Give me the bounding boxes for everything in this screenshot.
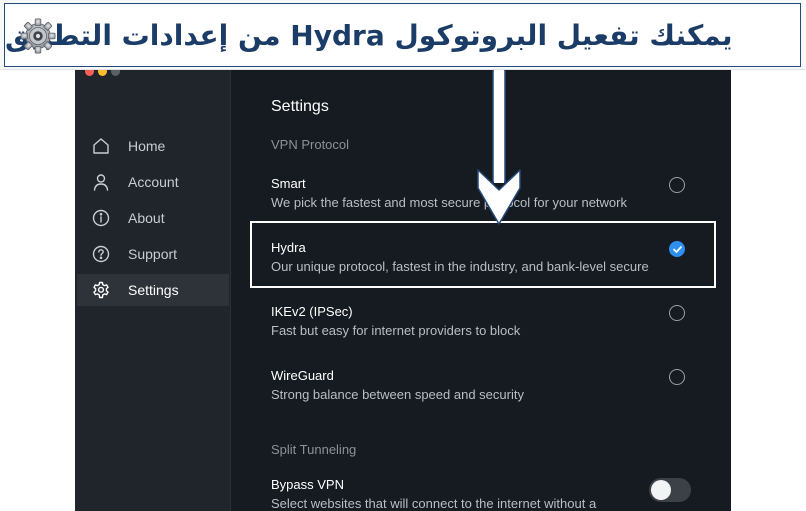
sidebar-item-label: Settings	[128, 282, 179, 298]
app-window: Home Account About Support Settings Sett…	[75, 70, 731, 511]
sidebar-item-label: Account	[128, 174, 179, 190]
toggle-knob	[651, 480, 671, 500]
bypass-vpn-setting: Bypass VPN Select websites that will con…	[271, 477, 691, 511]
option-name: Smart	[271, 176, 306, 191]
protocol-option-wireguard[interactable]: WireGuard Strong balance between speed a…	[271, 368, 691, 412]
option-description: Select websites that will connect to the…	[271, 496, 597, 511]
sidebar-item-label: Support	[128, 246, 178, 262]
sidebar-item-label: About	[128, 210, 165, 226]
section-title-split-tunneling: Split Tunneling	[271, 442, 357, 457]
gear-icon	[91, 280, 111, 300]
option-description: We pick the fastest and most secure prot…	[271, 195, 627, 210]
sidebar-item-label: Home	[128, 138, 166, 154]
home-icon	[91, 136, 111, 156]
option-description: Our unique protocol, fastest in the indu…	[271, 259, 649, 274]
protocol-option-smart[interactable]: Smart We pick the fastest and most secur…	[271, 176, 691, 220]
minimize-window-button[interactable]	[98, 70, 107, 76]
option-name: WireGuard	[271, 368, 334, 383]
option-name: Bypass VPN	[271, 477, 344, 492]
sidebar-item-home[interactable]: Home	[77, 130, 229, 162]
sidebar: Home Account About Support Settings	[75, 70, 231, 511]
gear-icon	[20, 18, 56, 54]
annotation-banner: يمكنك تفعيل البروتوكول Hydra من إعدادات …	[0, 0, 806, 70]
sidebar-item-support[interactable]: Support	[77, 238, 229, 270]
window-controls	[85, 70, 120, 79]
protocol-option-ikev2[interactable]: IKEv2 (IPSec) Fast but easy for internet…	[271, 304, 691, 348]
sidebar-item-settings[interactable]: Settings	[77, 274, 229, 306]
option-name: IKEv2 (IPSec)	[271, 304, 353, 319]
sidebar-item-account[interactable]: Account	[77, 166, 229, 198]
user-icon	[91, 172, 111, 192]
option-description: Strong balance between speed and securit…	[271, 387, 524, 402]
radio-button[interactable]	[669, 177, 685, 193]
sidebar-item-about[interactable]: About	[77, 202, 229, 234]
close-window-button[interactable]	[85, 70, 94, 76]
banner-text: يمكنك تفعيل البروتوكول Hydra من إعدادات …	[5, 18, 733, 52]
help-icon	[91, 244, 111, 264]
radio-button[interactable]	[669, 369, 685, 385]
protocol-option-hydra[interactable]: Hydra Our unique protocol, fastest in th…	[271, 240, 691, 284]
page-title: Settings	[271, 98, 329, 115]
section-title-vpn-protocol: VPN Protocol	[271, 137, 350, 152]
bypass-vpn-toggle[interactable]	[649, 478, 691, 502]
settings-panel: Settings VPN Protocol Smart We pick the …	[231, 70, 731, 511]
option-description: Fast but easy for internet providers to …	[271, 323, 521, 338]
info-icon	[91, 208, 111, 228]
banner-box: يمكنك تفعيل البروتوكول Hydra من إعدادات …	[4, 3, 801, 67]
checkmark-icon	[673, 246, 682, 253]
radio-button[interactable]	[669, 305, 685, 321]
radio-button-selected[interactable]	[669, 241, 685, 257]
zoom-window-button[interactable]	[111, 70, 120, 76]
option-name: Hydra	[271, 240, 306, 255]
